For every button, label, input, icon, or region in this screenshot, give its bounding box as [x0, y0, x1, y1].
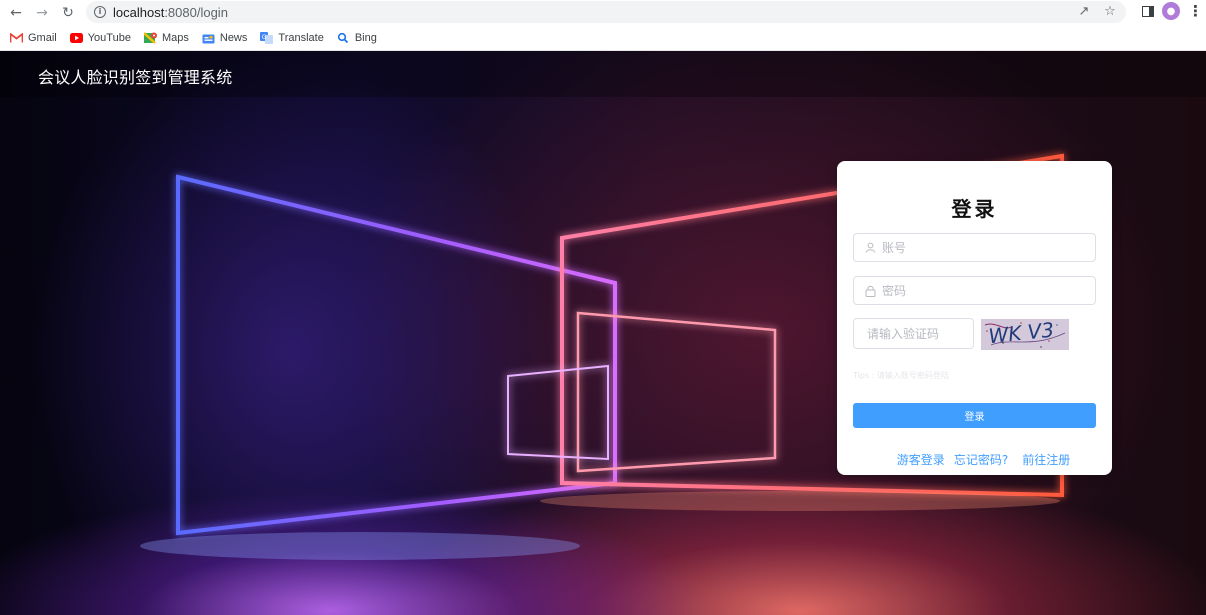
url-path: :8080/login	[164, 4, 228, 20]
bookmark-label: News	[219, 32, 248, 44]
translate-icon: G	[260, 32, 274, 44]
browser-actions: ● ⋮	[1142, 2, 1203, 20]
password-field[interactable]	[853, 276, 1096, 305]
site-title: 会议人脸识别签到管理系统	[38, 68, 233, 87]
menu-icon[interactable]: ⋮	[1188, 2, 1203, 20]
bookmark-news[interactable]: News	[202, 32, 248, 44]
bookmark-label: Maps	[161, 32, 189, 44]
bookmark-maps[interactable]: Maps	[143, 32, 189, 44]
bing-search-icon	[337, 32, 350, 44]
login-title: 登录	[951, 197, 998, 221]
login-page: 会议人脸识别签到管理系统 登录 账号 请输入验证码 WK V3 Tips: 请…	[0, 51, 1206, 615]
bookmark-youtube[interactable]: YouTube	[69, 32, 131, 44]
guest-login-link[interactable]: 游客登录	[897, 451, 945, 468]
password-input[interactable]	[880, 282, 1080, 299]
share-icon[interactable]: ↗	[1076, 4, 1092, 19]
maps-icon	[143, 32, 157, 44]
page-header: 会议人脸识别签到管理系统	[0, 51, 1206, 97]
forward-icon[interactable]: →	[30, 2, 54, 24]
register-link[interactable]: 前往注册	[1022, 451, 1070, 468]
address-bar[interactable]: i localhost:8080/login ↗ ☆	[86, 1, 1126, 23]
site-info-icon[interactable]: i	[94, 6, 106, 18]
bookmark-label: Bing	[354, 32, 377, 44]
browser-toolbar: ← → ↻ i localhost:8080/login ↗ ☆ ● ⋮	[0, 0, 1206, 26]
news-icon	[202, 33, 215, 44]
captcha-graphic: WK V3	[981, 319, 1069, 350]
bookmark-gmail[interactable]: Gmail	[10, 32, 57, 44]
bookmark-translate[interactable]: G Translate	[260, 32, 324, 44]
login-button[interactable]: 登录	[853, 403, 1096, 428]
login-links: 游客登录 忘记密码? 前往注册	[837, 451, 1112, 468]
bookmark-bing[interactable]: Bing	[337, 32, 377, 44]
bookmark-label: YouTube	[87, 32, 131, 44]
tips-text: Tips : 请输入账号密码登陆	[853, 371, 949, 380]
account-input[interactable]	[880, 239, 1080, 256]
bookmark-star-icon[interactable]: ☆	[1102, 4, 1118, 19]
bookmark-label: Gmail	[28, 32, 57, 44]
user-icon	[863, 242, 877, 253]
login-card: 登录 WK V3	[837, 161, 1112, 475]
reload-icon[interactable]: ↻	[56, 2, 80, 24]
bookmarks-bar: Gmail YouTube Maps News G Translate Bing	[0, 26, 1206, 51]
captcha-image[interactable]: WK V3	[981, 319, 1069, 350]
lock-icon	[863, 285, 877, 297]
account-field[interactable]	[853, 233, 1096, 262]
gmail-icon	[10, 33, 23, 44]
captcha-input[interactable]	[865, 325, 970, 342]
address-actions: ↗ ☆	[1076, 4, 1118, 19]
profile-avatar[interactable]: ●	[1162, 2, 1180, 20]
forgot-password-link[interactable]: 忘记密码?	[954, 451, 1008, 468]
side-panel-icon[interactable]	[1142, 5, 1154, 17]
back-icon[interactable]: ←	[4, 2, 28, 24]
captcha-field[interactable]	[853, 318, 974, 349]
svg-text:G: G	[262, 34, 267, 41]
url-host: localhost	[113, 4, 165, 20]
youtube-icon	[69, 33, 83, 44]
bookmark-label: Translate	[278, 32, 324, 44]
